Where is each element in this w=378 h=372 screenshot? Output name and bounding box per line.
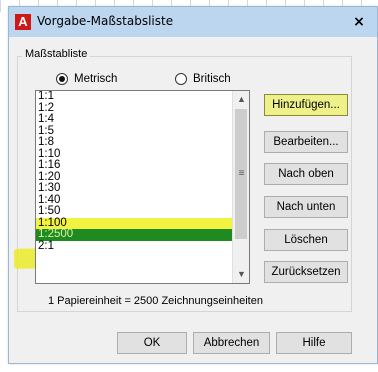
radio-checked-icon [56, 73, 68, 85]
move-up-button[interactable]: Nach oben [264, 163, 348, 185]
list-item[interactable]: 1:4 [36, 113, 249, 126]
close-button[interactable]: × [341, 7, 377, 37]
help-button[interactable]: Hilfe [276, 332, 352, 354]
scale-listbox[interactable]: 1:1 1:2 1:4 1:5 1:8 1:10 1:16 1:20 1:30 1:40 1:50 1… [35, 90, 250, 284]
delete-button[interactable]: Löschen [264, 229, 348, 251]
vertical-scrollbar[interactable]: ▲ ≡ ▼ [232, 91, 249, 283]
dialog-title: Vorgabe-Maßstabsliste [37, 14, 174, 28]
list-item[interactable]: 1:30 [36, 182, 249, 195]
radio-metric[interactable]: Metrisch [56, 72, 117, 86]
autocad-logo-icon: A [15, 14, 31, 30]
scroll-up-icon[interactable]: ▲ [233, 91, 249, 108]
list-item[interactable]: 1:1 [36, 91, 249, 103]
cancel-button[interactable]: Abbrechen [193, 332, 270, 354]
unit-status-text: 1 Papiereinheit = 2500 Zeichnungseinheit… [48, 295, 263, 307]
group-label: Maßstabliste [22, 48, 91, 60]
radio-imperial[interactable]: Britisch [175, 72, 231, 86]
list-item[interactable]: 1:40 [36, 194, 249, 207]
radio-metric-label: Metrisch [74, 73, 118, 85]
list-item[interactable]: 1:8 [36, 136, 249, 149]
radio-unchecked-icon [175, 73, 187, 85]
list-item[interactable]: 1:50 [36, 205, 249, 218]
add-button[interactable]: Hinzufügen... [264, 94, 348, 116]
list-item[interactable]: 1:2 [36, 102, 249, 115]
list-item[interactable]: 1:10 [36, 148, 249, 161]
move-down-button[interactable]: Nach unten [264, 196, 348, 218]
reset-button[interactable]: Zurücksetzen [264, 261, 348, 283]
list-item[interactable]: 1:16 [36, 159, 249, 172]
title-bar[interactable]: A Vorgabe-Maßstabsliste × [9, 7, 377, 37]
edit-button[interactable]: Bearbeiten... [264, 131, 348, 153]
list-item[interactable]: 1:2500 [36, 228, 249, 241]
grip-icon: ≡ [238, 168, 245, 179]
ok-button[interactable]: OK [117, 332, 187, 354]
list-items: 1:1 1:2 1:4 1:5 1:8 1:10 1:16 1:20 1:30 1:40 1:50 1… [36, 91, 249, 252]
radio-imperial-label: Britisch [193, 73, 231, 85]
scroll-down-icon[interactable]: ▼ [233, 266, 249, 283]
list-item[interactable]: 1:20 [36, 171, 249, 184]
list-item[interactable]: 1:5 [36, 125, 249, 138]
list-item[interactable]: 2:1 [36, 240, 249, 253]
